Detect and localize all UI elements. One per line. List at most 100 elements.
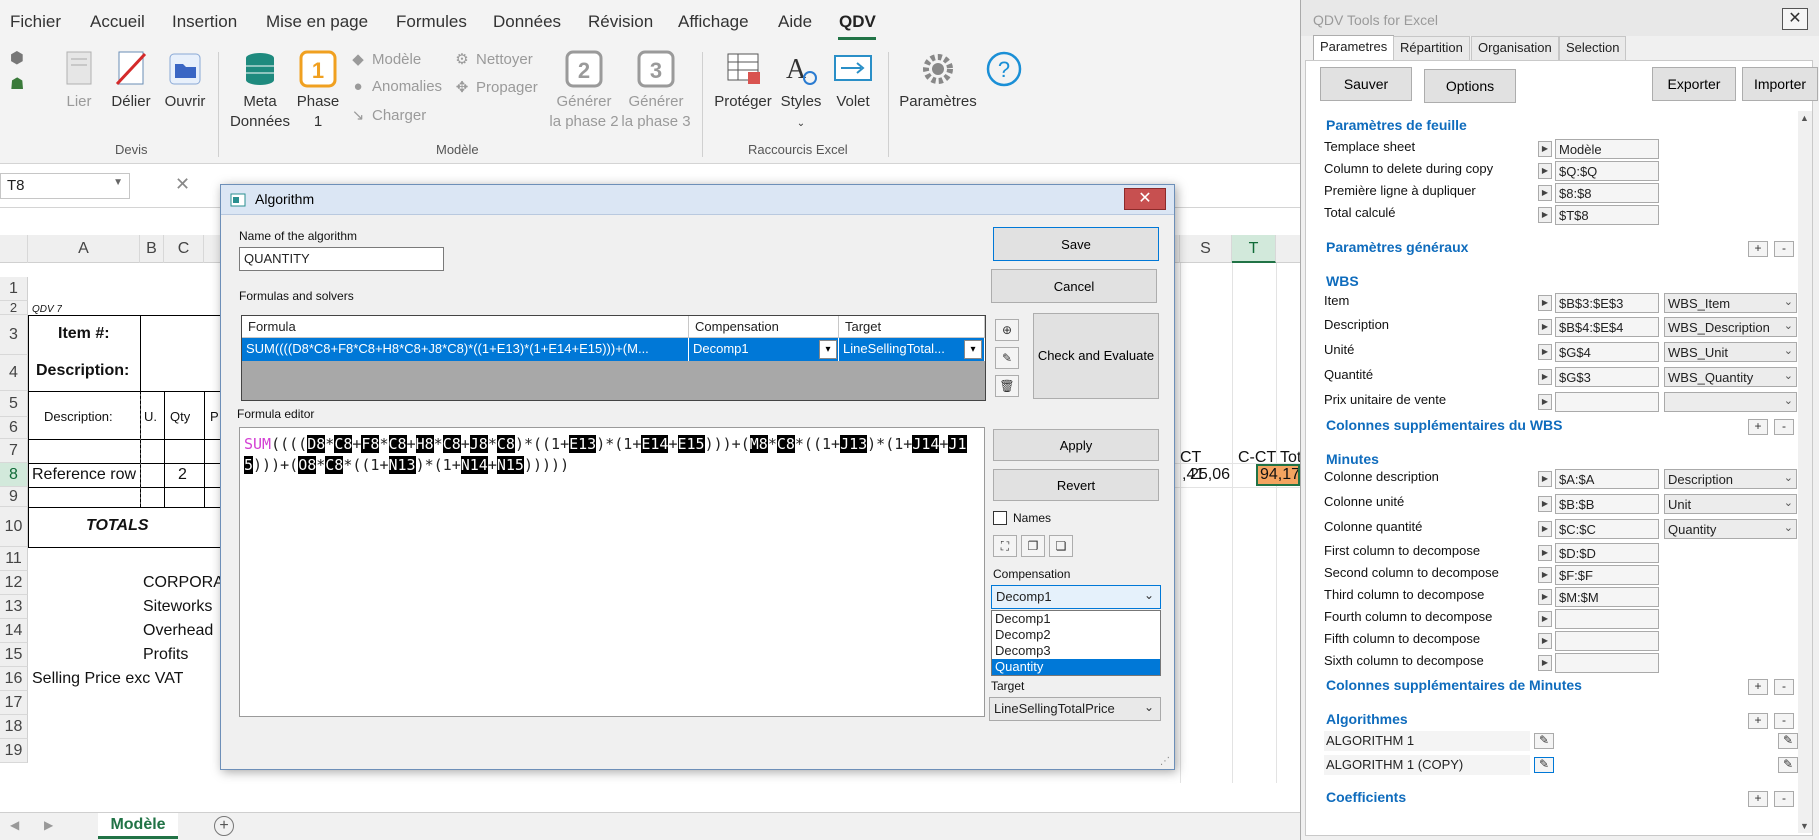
param-value[interactable] bbox=[1555, 631, 1659, 651]
row-header[interactable]: 12 bbox=[0, 571, 28, 595]
row-header[interactable]: 19 bbox=[0, 739, 28, 763]
param-field-select[interactable]: Unit ⌄ bbox=[1664, 494, 1797, 514]
row-header[interactable]: 11 bbox=[0, 547, 28, 571]
param-value[interactable]: $C:$C bbox=[1555, 519, 1659, 539]
section-parametres-feuille[interactable]: Paramètres de feuille bbox=[1326, 117, 1467, 133]
cell-ct-header[interactable]: CT bbox=[1180, 449, 1201, 467]
row-header[interactable]: 18 bbox=[0, 715, 28, 739]
help-button[interactable]: ? bbox=[984, 50, 1024, 92]
expand-arrow-icon[interactable]: ▶ bbox=[1538, 471, 1552, 487]
cell-selling-price[interactable]: Selling Price exc VAT bbox=[32, 670, 183, 688]
menu-accueil[interactable]: Accueil bbox=[90, 12, 145, 32]
robot-icon[interactable]: ☗ bbox=[10, 74, 24, 94]
lier-button[interactable]: Lier bbox=[56, 50, 102, 112]
row-header[interactable]: 14 bbox=[0, 619, 28, 643]
tab-parametres[interactable]: Parametres bbox=[1313, 35, 1395, 61]
section-parametres-generaux[interactable]: Paramètres généraux bbox=[1326, 239, 1468, 255]
column-header-s[interactable]: S bbox=[1180, 235, 1232, 263]
sauver-button[interactable]: Sauver bbox=[1320, 67, 1412, 101]
column-header-b[interactable]: B bbox=[140, 235, 164, 263]
param-field-select[interactable]: Quantity ⌄ bbox=[1664, 519, 1797, 539]
panel-scrollbar[interactable]: ▲ ▼ bbox=[1798, 111, 1812, 833]
add-formula-icon[interactable]: ⊕ bbox=[995, 319, 1019, 341]
param-value[interactable]: $A:$A bbox=[1555, 469, 1659, 489]
column-header-a[interactable]: A bbox=[28, 235, 140, 263]
edit-algorithm-icon[interactable]: ✎ bbox=[1534, 733, 1554, 749]
column-header-c[interactable]: C bbox=[164, 235, 204, 263]
add-sheet-button[interactable]: + bbox=[214, 816, 234, 836]
param-value[interactable] bbox=[1555, 653, 1659, 673]
apply-button[interactable]: Apply bbox=[993, 429, 1159, 461]
cube-icon[interactable]: ⬢ bbox=[10, 48, 24, 68]
menu-affichage[interactable]: Affichage bbox=[678, 12, 749, 32]
section-coefficients[interactable]: Coefficients bbox=[1326, 789, 1406, 805]
exporter-button[interactable]: Exporter bbox=[1652, 67, 1736, 101]
row-header[interactable]: 8 bbox=[0, 463, 28, 487]
row-header[interactable]: 15 bbox=[0, 643, 28, 667]
section-colonnes-wbs[interactable]: Colonnes supplémentaires du WBS bbox=[1326, 417, 1562, 433]
param-value[interactable]: $B:$B bbox=[1555, 494, 1659, 514]
cell-corporate[interactable]: CORPORAT bbox=[143, 574, 223, 592]
cancel-formula-icon[interactable]: ✕ bbox=[175, 174, 190, 195]
parametres-button[interactable]: Paramètres bbox=[896, 50, 980, 112]
cell-qdv7[interactable]: QDV 7 bbox=[32, 304, 62, 315]
dialog-close-button[interactable]: ✕ bbox=[1124, 188, 1166, 210]
menu-aide[interactable]: Aide bbox=[778, 12, 812, 32]
param-value[interactable]: $F:$F bbox=[1555, 565, 1659, 585]
expand-arrow-icon[interactable]: ▶ bbox=[1538, 633, 1552, 649]
row-header[interactable]: 6 bbox=[0, 417, 28, 439]
param-field-select[interactable]: Description ⌄ bbox=[1664, 469, 1797, 489]
delete-formula-icon[interactable]: 🗑 bbox=[995, 375, 1019, 397]
table-header-formula[interactable]: Formula bbox=[242, 316, 689, 338]
formula-editor[interactable]: SUM((((D8*C8+F8*C8+H8*C8+J8*C8)*((1+E13)… bbox=[239, 427, 985, 717]
cell-qty-header[interactable]: Qty bbox=[170, 409, 190, 424]
add-icon[interactable]: + bbox=[1748, 419, 1768, 435]
row-header[interactable]: 9 bbox=[0, 487, 28, 507]
expand-arrow-icon[interactable]: ▶ bbox=[1538, 207, 1552, 223]
expand-arrow-icon[interactable]: ▶ bbox=[1538, 185, 1552, 201]
modele-small-button[interactable]: ◆ Modèle bbox=[350, 50, 421, 68]
cell-overhead[interactable]: Overhead bbox=[143, 622, 213, 640]
cell-profits[interactable]: Profits bbox=[143, 646, 188, 664]
param-field-select[interactable]: WBS_Description ⌄ bbox=[1664, 317, 1797, 337]
cell-siteworks[interactable]: Siteworks bbox=[143, 598, 212, 616]
expand-arrow-icon[interactable]: ▶ bbox=[1538, 141, 1552, 157]
expand-arrow-icon[interactable]: ▶ bbox=[1538, 655, 1552, 671]
menu-donnees[interactable]: Données bbox=[493, 12, 561, 32]
revert-button[interactable]: Revert bbox=[993, 469, 1159, 501]
add-icon[interactable]: + bbox=[1748, 679, 1768, 695]
menu-mise-en-page[interactable]: Mise en page bbox=[266, 12, 368, 32]
param-value[interactable]: $Q:$Q bbox=[1555, 161, 1659, 181]
param-value[interactable] bbox=[1555, 392, 1659, 412]
row-header[interactable]: 1 bbox=[0, 277, 28, 301]
algorithm-action-icon[interactable]: ✎ bbox=[1778, 757, 1798, 773]
param-value[interactable]: $T$8 bbox=[1555, 205, 1659, 225]
remove-icon[interactable]: - bbox=[1774, 791, 1794, 807]
cell-unit-header[interactable]: U. bbox=[144, 409, 157, 424]
param-value[interactable] bbox=[1555, 609, 1659, 629]
edit-formula-icon[interactable]: ✎ bbox=[995, 347, 1019, 369]
meta-donnees-button[interactable]: Meta Données bbox=[226, 50, 294, 132]
expand-arrow-icon[interactable]: ▶ bbox=[1538, 611, 1552, 627]
cell-totals[interactable]: TOTALS bbox=[86, 517, 149, 535]
expand-arrow-icon[interactable]: ▶ bbox=[1538, 589, 1552, 605]
nettoyer-button[interactable]: ⚙ Nettoyer bbox=[454, 50, 532, 68]
propager-button[interactable]: ✥ Propager bbox=[454, 78, 538, 96]
menu-formules[interactable]: Formules bbox=[396, 12, 467, 32]
panel-close-button[interactable]: ✕ bbox=[1782, 8, 1808, 30]
name-box[interactable]: T8 ▼ bbox=[0, 173, 130, 199]
target-dropdown-icon[interactable]: ▾ bbox=[964, 340, 982, 359]
compensation-select[interactable]: Decomp1 ⌄ bbox=[991, 585, 1161, 609]
proteger-button[interactable]: Protéger bbox=[712, 50, 774, 112]
param-value[interactable]: $G$4 bbox=[1555, 342, 1659, 362]
param-value[interactable]: $B$3:$E$3 bbox=[1555, 293, 1659, 313]
menu-revision[interactable]: Révision bbox=[588, 12, 653, 32]
row-header[interactable]: 4 bbox=[0, 355, 28, 391]
select-all-corner[interactable] bbox=[0, 235, 28, 263]
styles-button[interactable]: A Styles ⌄ bbox=[776, 50, 826, 134]
option-quantity[interactable]: Quantity bbox=[992, 659, 1160, 675]
cell-description-label[interactable]: Description: bbox=[36, 362, 129, 380]
param-field-select[interactable]: WBS_Item ⌄ bbox=[1664, 293, 1797, 313]
param-field-select[interactable]: ⌄ bbox=[1664, 392, 1797, 412]
expand-arrow-icon[interactable]: ▶ bbox=[1538, 567, 1552, 583]
